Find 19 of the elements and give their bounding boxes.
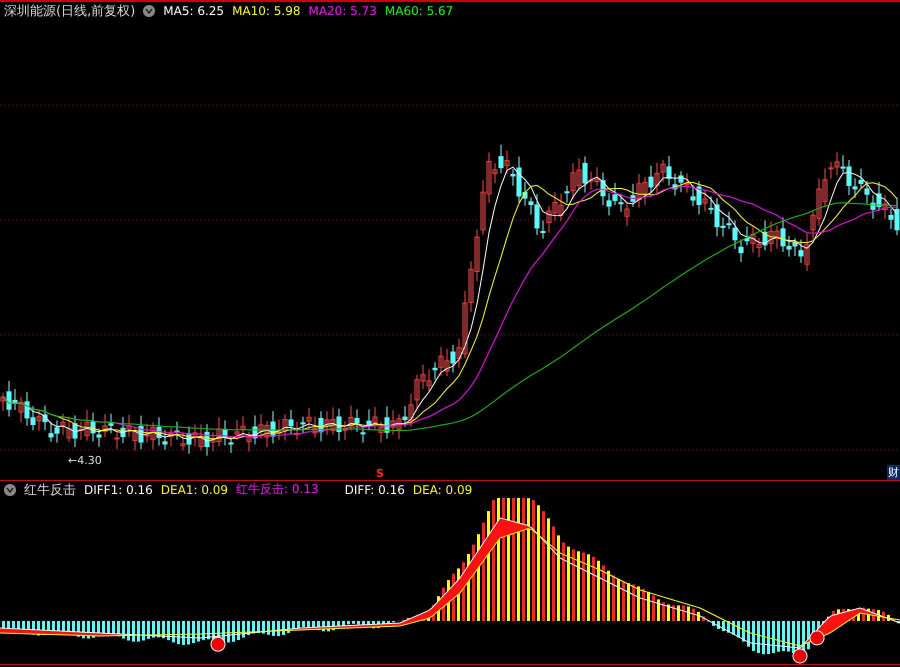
indicator-value: DEA1: 0.09 bbox=[160, 482, 228, 496]
indicator-value: 红牛反击: 0.13 bbox=[236, 481, 319, 498]
finance-tag[interactable]: 财 bbox=[887, 465, 900, 480]
dropdown-caret-icon[interactable] bbox=[143, 5, 156, 17]
indicator-value: DIFF1: 0.16 bbox=[84, 482, 153, 496]
moving-average-value: MA5: 6.25 bbox=[163, 4, 224, 18]
signal-dot-icon bbox=[210, 636, 226, 652]
indicator-value: DEA: 0.09 bbox=[412, 482, 472, 496]
signal-dot-icon bbox=[792, 648, 808, 664]
low-price-label: ←4.30 bbox=[68, 454, 102, 467]
dropdown-caret-icon[interactable] bbox=[4, 484, 16, 496]
moving-average-value: MA10: 5.98 bbox=[232, 4, 300, 18]
signal-marker: S bbox=[376, 467, 384, 480]
indicator-value: DIFF: 0.16 bbox=[344, 482, 405, 496]
signal-dot-icon bbox=[810, 630, 824, 646]
stock-title: 深圳能源(日线,前复权) bbox=[4, 3, 136, 20]
moving-average-value: MA20: 5.73 bbox=[308, 4, 377, 18]
moving-average-value: MA60: 5.67 bbox=[384, 4, 454, 18]
indicator-name: 红牛反击 bbox=[24, 482, 76, 498]
